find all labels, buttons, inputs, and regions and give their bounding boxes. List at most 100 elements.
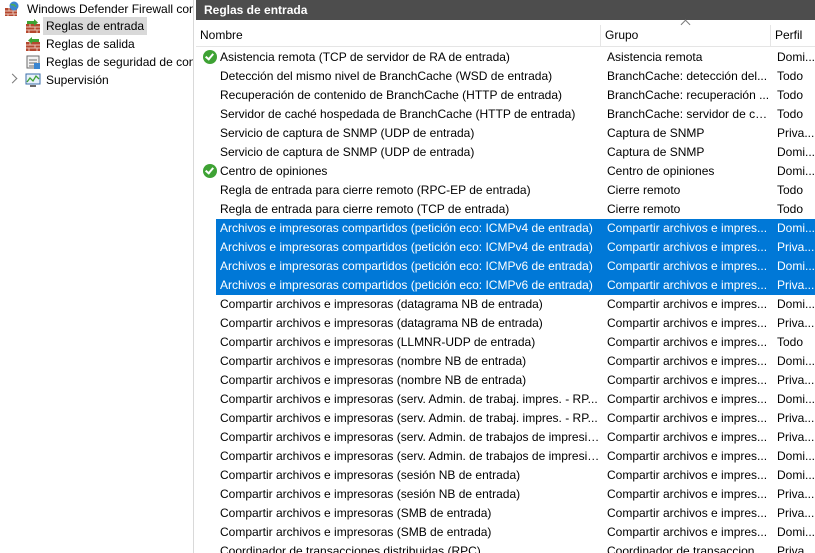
rule-row[interactable]: Compartir archivos e impresoras (serv. A…: [196, 409, 815, 428]
rule-group-cell: Compartir archivos e impres...: [607, 525, 768, 539]
rule-row[interactable]: Compartir archivos e impresoras (datagra…: [196, 314, 815, 333]
rule-name-cell: Compartir archivos e impresoras (nombre …: [220, 373, 527, 387]
rule-group-cell: Cierre remoto: [607, 183, 681, 197]
rule-row[interactable]: Detección del mismo nivel de BranchCache…: [196, 67, 815, 86]
rule-row[interactable]: Archivos e impresoras compartidos (petic…: [196, 238, 815, 257]
rule-profile-cell: Todo: [777, 202, 804, 216]
rule-profile-cell: Priva...: [777, 316, 815, 330]
firewall-globe-icon: [5, 1, 19, 16]
tree-item-label: Reglas de salida: [46, 37, 135, 51]
rule-row[interactable]: Servidor de caché hospedada de BranchCac…: [196, 105, 815, 124]
rule-row[interactable]: Compartir archivos e impresoras (nombre …: [196, 371, 815, 390]
rule-row[interactable]: Servicio de captura de SNMP (UDP de entr…: [196, 124, 815, 143]
rule-name-cell: Archivos e impresoras compartidos (petic…: [216, 257, 603, 276]
rule-row[interactable]: Compartir archivos e impresoras (nombre …: [196, 352, 815, 371]
rule-name-cell: Compartir archivos e impresoras (nombre …: [220, 354, 527, 368]
rule-group-cell: Compartir archivos e impres...: [607, 373, 768, 387]
rule-name-cell: Recuperación de contenido de BranchCache…: [220, 88, 562, 102]
rules-list: Asistencia remota (TCP de servidor de RA…: [196, 48, 815, 553]
rule-name-cell: Compartir archivos e impresoras (serv. A…: [220, 411, 598, 425]
rule-group-cell: Compartir archivos e impres...: [607, 487, 768, 501]
rule-row[interactable]: Compartir archivos e impresoras (LLMNR-U…: [196, 333, 815, 352]
rule-name-cell: Compartir archivos e impresoras (sesión …: [220, 487, 521, 501]
rule-group-cell: Compartir archivos e impres...: [607, 506, 768, 520]
tree-item-label: Supervisión: [46, 73, 109, 87]
rule-row[interactable]: Compartir archivos e impresoras (datagra…: [196, 295, 815, 314]
rule-row[interactable]: Compartir archivos e impresoras (serv. A…: [196, 447, 815, 466]
rule-profile-cell: Domi...: [777, 449, 815, 463]
rule-row[interactable]: Recuperación de contenido de BranchCache…: [196, 86, 815, 105]
rule-row[interactable]: Compartir archivos e impresoras (SMB de …: [196, 523, 815, 542]
rule-row[interactable]: Compartir archivos e impresoras (serv. A…: [196, 428, 815, 447]
tree-root-label: Windows Defender Firewall con: [27, 2, 194, 16]
outbound-rules-icon: [26, 37, 40, 51]
rule-profile-cell: Domi...: [777, 525, 815, 539]
rule-profile-cell: Priva...: [773, 238, 815, 257]
rule-row[interactable]: Compartir archivos e impresoras (sesión …: [196, 466, 815, 485]
rule-row[interactable]: Archivos e impresoras compartidos (petic…: [196, 257, 815, 276]
rule-profile-cell: Domi...: [773, 257, 815, 276]
rule-row[interactable]: Coordinador de transacciones distribuida…: [196, 542, 815, 553]
column-header-profile[interactable]: Perfil: [771, 25, 815, 46]
rule-group-cell: BranchCache: detección del...: [607, 69, 768, 83]
rule-row[interactable]: Compartir archivos e impresoras (serv. A…: [196, 390, 815, 409]
rule-name-cell: Servicio de captura de SNMP (UDP de entr…: [220, 145, 475, 159]
column-header-row: Nombre Grupo Perfil: [196, 25, 815, 47]
rule-name-cell: Compartir archivos e impresoras (serv. A…: [220, 430, 600, 444]
rule-name-cell: Compartir archivos e impresoras (datagra…: [220, 297, 543, 311]
rule-name-cell: Compartir archivos e impresoras (SMB de …: [220, 525, 492, 539]
rule-name-cell: Detección del mismo nivel de BranchCache…: [220, 69, 553, 83]
rule-row[interactable]: Centro de opiniones Centro de opiniones Do…: [196, 162, 815, 181]
rule-profile-cell: Domi...: [777, 145, 815, 159]
rule-name-cell: Archivos e impresoras compartidos (petic…: [216, 219, 603, 238]
rule-row[interactable]: Servicio de captura de SNMP (UDP de entr…: [196, 143, 815, 162]
rule-row[interactable]: Archivos e impresoras compartidos (petic…: [196, 219, 815, 238]
rule-name-cell: Compartir archivos e impresoras (serv. A…: [220, 392, 598, 406]
rule-profile-cell: Priva...: [777, 487, 815, 501]
rule-row[interactable]: Regla de entrada para cierre remoto (TCP…: [196, 200, 815, 219]
rule-group-cell: Compartir archivos e impres...: [607, 468, 768, 482]
rule-name-cell: Archivos e impresoras compartidos (petic…: [216, 238, 603, 257]
rule-profile-cell: Todo: [777, 107, 804, 121]
rule-row[interactable]: Compartir archivos e impresoras (SMB de …: [196, 504, 815, 523]
rule-profile-cell: Todo: [777, 335, 804, 349]
inbound-rules-icon: [26, 19, 40, 33]
rule-name-cell: Compartir archivos e impresoras (datagra…: [220, 316, 543, 330]
pane-title: Reglas de entrada: [196, 0, 815, 20]
rule-group-cell: Compartir archivos e impres...: [607, 335, 768, 349]
rule-name-cell: Servicio de captura de SNMP (UDP de entr…: [220, 126, 475, 140]
rule-profile-cell: Priva...: [777, 373, 815, 387]
rule-row[interactable]: Regla de entrada para cierre remoto (RPC…: [196, 181, 815, 200]
rule-profile-cell: Todo: [777, 69, 804, 83]
rule-group-cell: Asistencia remota: [607, 50, 703, 64]
rule-group-cell: Compartir archivos e impres...: [607, 411, 768, 425]
rule-name-cell: Centro de opiniones: [220, 164, 328, 178]
rule-profile-cell: Domi...: [777, 354, 815, 368]
rule-row[interactable]: Compartir archivos e impresoras (sesión …: [196, 485, 815, 504]
rule-group-cell: Captura de SNMP: [607, 126, 705, 140]
rule-name-cell: Servidor de caché hospedada de BranchCac…: [220, 107, 576, 121]
rule-profile-cell: Domi...: [777, 468, 815, 482]
tree-item-label: Reglas de seguridad de con: [46, 55, 194, 69]
rule-profile-cell: Domi...: [777, 392, 815, 406]
rule-group-cell: Compartir archivos e impres...: [603, 257, 773, 276]
tree-item-label: Reglas de entrada: [43, 17, 148, 35]
rule-profile-cell: Priva...: [777, 411, 815, 425]
expand-chevron-icon[interactable]: [7, 73, 18, 84]
rule-group-cell: Compartir archivos e impres...: [607, 449, 768, 463]
rule-group-cell: Captura de SNMP: [607, 145, 705, 159]
rule-profile-cell: Priva...: [777, 126, 815, 140]
rule-row[interactable]: Archivos e impresoras compartidos (petic…: [196, 276, 815, 295]
column-header-name[interactable]: Nombre: [196, 25, 601, 46]
tree-item-monitoring[interactable]: Supervisión: [0, 71, 193, 89]
connection-security-icon: [26, 55, 40, 69]
rule-group-cell: Compartir archivos e impres...: [603, 238, 773, 257]
rule-name-cell: Compartir archivos e impresoras (SMB de …: [220, 506, 492, 520]
rule-profile-cell: Domi...: [773, 219, 815, 238]
rule-group-cell: Compartir archivos e impres...: [607, 392, 768, 406]
rule-name-cell: Compartir archivos e impresoras (sesión …: [220, 468, 521, 482]
rule-group-cell: Compartir archivos e impres...: [607, 430, 768, 444]
rule-profile-cell: Priva...: [777, 544, 815, 553]
rule-row[interactable]: Asistencia remota (TCP de servidor de RA…: [196, 48, 815, 67]
monitoring-icon: [25, 73, 41, 87]
